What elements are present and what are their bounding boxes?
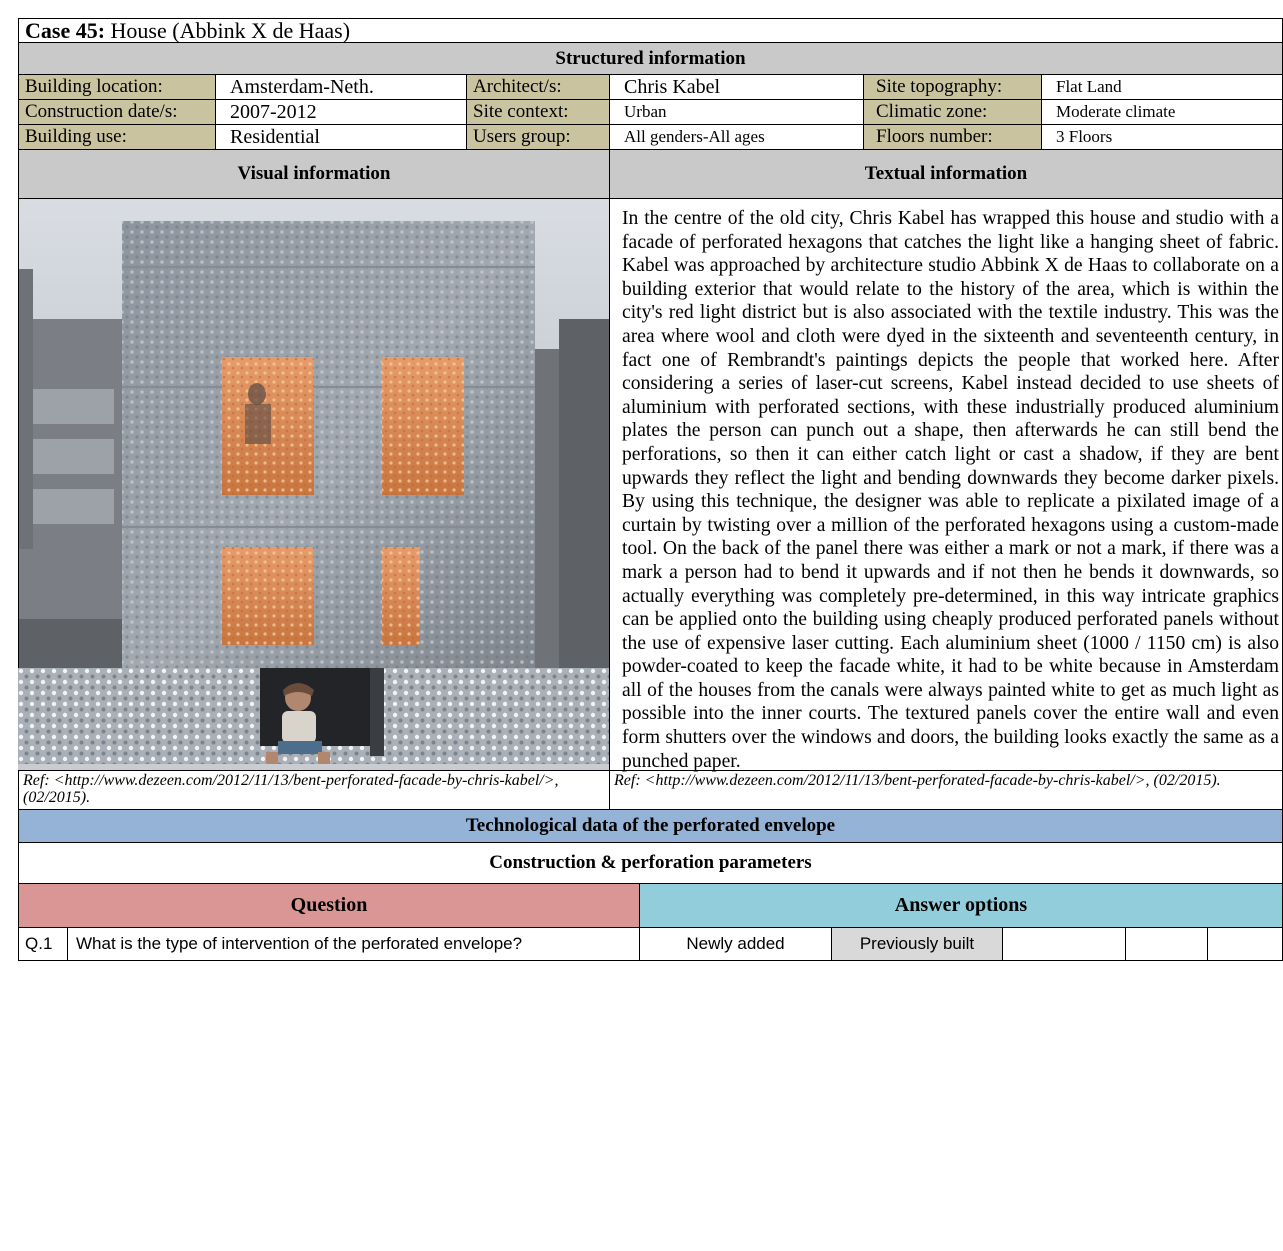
question-text: What is the type of intervention of the … [67, 927, 640, 961]
value-architects: Chris Kabel [609, 74, 864, 100]
case-number: Case 45: [25, 18, 106, 43]
label-building-location: Building location: [18, 74, 216, 100]
value-building-location: Amsterdam-Neth. [215, 74, 467, 100]
label-building-use: Building use: [18, 124, 216, 150]
label-architects: Architect/s: [466, 74, 610, 100]
tech-header: Technological data of the perforated env… [18, 809, 1283, 843]
tech-subheader: Construction & perforation parameters [18, 842, 1283, 884]
value-site-context: Urban [609, 99, 864, 125]
answer-header: Answer options [639, 883, 1283, 928]
question-id: Q.1 [18, 927, 68, 961]
value-construction-dates: 2007-2012 [215, 99, 467, 125]
facade-detail-photo [18, 668, 610, 771]
value-climatic-zone: Moderate climate [1041, 99, 1283, 125]
answer-option-4[interactable] [1125, 927, 1208, 961]
visual-ref: Ref: <http://www.dezeen.com/2012/11/13/b… [18, 770, 610, 810]
answer-option-3[interactable] [1002, 927, 1126, 961]
answer-option-newly-added[interactable]: Newly added [639, 927, 832, 961]
label-construction-dates: Construction date/s: [18, 99, 216, 125]
label-users-group: Users group: [466, 124, 610, 150]
textual-ref: Ref: <http://www.dezeen.com/2012/11/13/b… [609, 770, 1283, 810]
case-sheet: Case 45: House (Abbink X de Haas) Struct… [0, 0, 1283, 1251]
label-climatic-zone: Climatic zone: [863, 99, 1042, 125]
structured-header: Structured information [18, 42, 1283, 75]
textual-body: In the centre of the old city, Chris Kab… [622, 208, 1279, 772]
case-title: Case 45: House (Abbink X de Haas) [18, 18, 1283, 43]
value-site-topography: Flat Land [1041, 74, 1283, 100]
value-users-group: All genders-All ages [609, 124, 864, 150]
facade-photo [19, 199, 609, 739]
value-floors-number: 3 Floors [1041, 124, 1283, 150]
label-site-topography: Site topography: [863, 74, 1042, 100]
value-building-use: Residential [215, 124, 467, 150]
answer-option-previously-built[interactable]: Previously built [831, 927, 1003, 961]
label-site-context: Site context: [466, 99, 610, 125]
answer-option-5[interactable] [1207, 927, 1283, 961]
question-header: Question [18, 883, 640, 928]
textual-header: Textual information [609, 149, 1283, 199]
visual-header: Visual information [18, 149, 610, 199]
case-name: House (Abbink X de Haas) [105, 18, 351, 43]
label-floors-number: Floors number: [863, 124, 1042, 150]
